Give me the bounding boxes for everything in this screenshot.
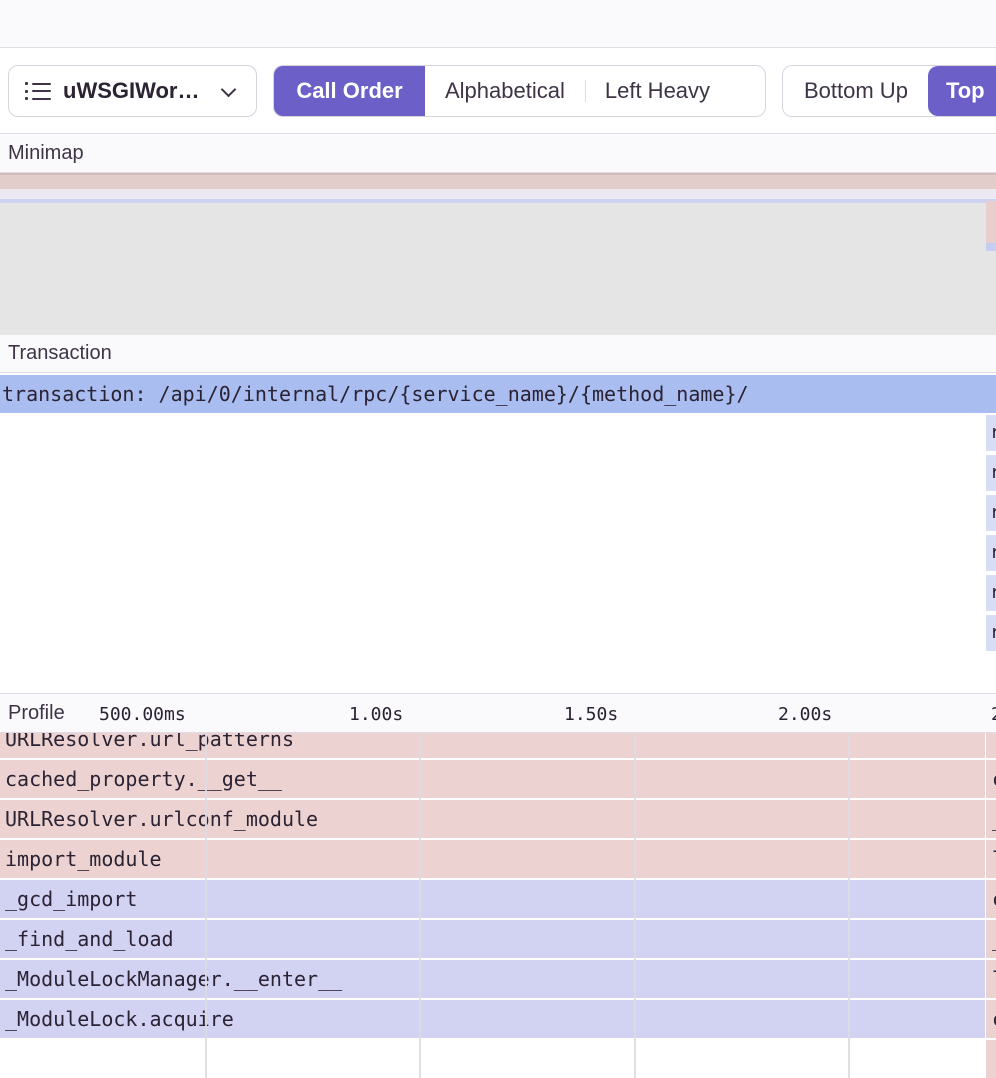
bottom-up-button[interactable]: Bottom Up xyxy=(783,66,928,116)
flame-frame-right[interactable]: c xyxy=(986,760,996,798)
view-direction-segmented-control: Bottom Up Top xyxy=(782,65,996,117)
thread-selector-label: uWSGIWor… xyxy=(63,78,200,103)
minimap-root-band xyxy=(0,173,996,189)
flame-frame[interactable]: import_module xyxy=(0,840,985,878)
alphabetical-button[interactable]: Alphabetical xyxy=(425,66,585,116)
flame-frame[interactable]: _ModuleLock.acquire xyxy=(0,1000,985,1038)
timeline-gridline xyxy=(634,733,636,1078)
flame-frame[interactable]: cached_property.__get__ xyxy=(0,760,985,798)
chevron-down-icon xyxy=(220,81,237,98)
left-heavy-button[interactable]: Left Heavy xyxy=(586,66,730,116)
transaction-span[interactable]: transaction: /api/0/internal/rpc/{servic… xyxy=(0,375,996,413)
flame-frame[interactable]: URLResolver.url_patterns xyxy=(0,733,985,758)
thread-selector[interactable]: uWSGIWor… xyxy=(8,65,257,117)
timeline-gridline xyxy=(848,733,850,1078)
top-header-strip xyxy=(0,0,996,48)
flame-frame[interactable]: _ModuleLockManager.__enter__ xyxy=(0,960,985,998)
top-down-button[interactable]: Top xyxy=(927,66,996,116)
profile-timeline-header: Profile 500.00ms 1.00s 1.50s 2.00s 2 xyxy=(0,693,996,733)
minimap[interactable] xyxy=(0,173,996,335)
timeline-tick: 2.00s xyxy=(778,704,833,725)
timeline-tick: 2 xyxy=(991,704,996,725)
transaction-child-span[interactable]: r xyxy=(986,415,996,451)
transaction-child-span[interactable]: r xyxy=(986,495,996,531)
flame-frame-right[interactable]: _ xyxy=(986,920,996,958)
flame-frame-right[interactable]: c xyxy=(986,880,996,918)
flamegraph-toolbar: uWSGIWor… Call Order Alphabetical Left H… xyxy=(0,49,996,134)
flame-frame-right[interactable]: l xyxy=(986,960,996,998)
minimap-band xyxy=(0,199,996,203)
list-icon xyxy=(25,80,51,102)
minimap-band xyxy=(986,243,996,251)
transaction-child-span[interactable]: r xyxy=(986,455,996,491)
flame-frame-right[interactable]: c xyxy=(986,1000,996,1038)
flamegraph[interactable]: URLResolver.url_patterns l cached_proper… xyxy=(0,733,996,1078)
call-order-button[interactable]: Call Order xyxy=(274,66,425,116)
timeline-tick: 1.00s xyxy=(349,704,404,725)
timeline-tick: 1.50s xyxy=(564,704,619,725)
view-order-segmented-control: Call Order Alphabetical Left Heavy xyxy=(273,65,766,117)
timeline-gridline xyxy=(419,733,421,1078)
minimap-section-label: Minimap xyxy=(0,135,996,173)
transaction-child-span[interactable]: r xyxy=(986,575,996,611)
flame-frame[interactable]: _gcd_import xyxy=(0,880,985,918)
flame-frame-right[interactable]: l xyxy=(986,733,996,758)
transaction-section-label: Transaction xyxy=(0,335,996,373)
flame-frame-right[interactable]: l xyxy=(986,840,996,878)
timeline-tick: 500.00ms xyxy=(99,704,186,725)
flame-frame[interactable]: _find_and_load xyxy=(0,920,985,958)
timeline-gridline xyxy=(205,733,207,1078)
profile-section-label: Profile xyxy=(8,702,65,724)
flame-frame-right[interactable]: _ xyxy=(986,800,996,838)
transaction-child-span[interactable]: r xyxy=(986,535,996,571)
flame-frame[interactable]: URLResolver.urlconf_module xyxy=(0,800,985,838)
transaction-child-span[interactable]: r xyxy=(986,615,996,651)
flame-frame-right[interactable] xyxy=(986,1040,996,1078)
